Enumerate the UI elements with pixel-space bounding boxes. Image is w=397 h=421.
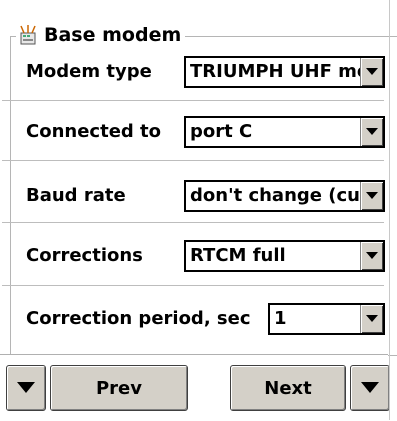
- modem-type-dropdown-button[interactable]: [360, 58, 383, 86]
- corrections-label: Corrections: [26, 244, 143, 266]
- modem-type-value: TRIUMPH UHF modem: [190, 61, 360, 82]
- corrections-row: Corrections: [26, 237, 143, 273]
- next-button[interactable]: Next: [230, 365, 346, 411]
- group-title-label: Base modem: [44, 24, 182, 46]
- base-modem-panel: Base modem Modem type TRIUMPH UHF modem …: [0, 0, 397, 421]
- correction-period-label: Correction period, sec: [26, 307, 251, 329]
- modem-type-select[interactable]: TRIUMPH UHF modem: [184, 56, 385, 88]
- right-menu-button[interactable]: [350, 365, 390, 411]
- triangle-down-icon: [366, 192, 378, 199]
- baud-rate-dropdown-button[interactable]: [360, 182, 383, 210]
- baud-rate-select[interactable]: don't change (current): [184, 180, 385, 212]
- connected-to-value: port C: [190, 121, 253, 142]
- corrections-value: RTCM full: [190, 245, 286, 266]
- corrections-select[interactable]: RTCM full: [184, 240, 385, 272]
- next-button-label: Next: [264, 377, 312, 399]
- connected-to-label: Connected to: [26, 120, 162, 142]
- navigation-bar: Prev Next: [0, 354, 390, 421]
- baud-rate-label: Baud rate: [26, 184, 126, 206]
- connected-to-row: Connected to: [26, 113, 161, 149]
- row-separator: [2, 160, 384, 161]
- baud-rate-value: don't change (current): [190, 185, 360, 206]
- baud-rate-row: Baud rate: [26, 177, 126, 213]
- group-title: Base modem: [16, 21, 186, 49]
- row-separator: [2, 285, 384, 286]
- triangle-down-icon: [361, 382, 379, 393]
- prev-button[interactable]: Prev: [50, 365, 188, 411]
- row-separator: [2, 100, 384, 101]
- triangle-down-icon: [366, 315, 378, 322]
- triangle-down-icon: [366, 128, 378, 135]
- modem-type-row: Modem type: [26, 53, 152, 89]
- correction-period-row: Correction period, sec: [26, 300, 251, 336]
- triangle-down-icon: [366, 68, 378, 75]
- connected-to-dropdown-button[interactable]: [360, 118, 383, 146]
- row-separator: [2, 222, 384, 223]
- window-edge-divider: [389, 0, 390, 420]
- triangle-down-icon: [366, 252, 378, 259]
- modem-icon: [18, 24, 38, 46]
- correction-period-value: 1: [274, 308, 287, 329]
- left-menu-button[interactable]: [6, 365, 46, 411]
- prev-button-label: Prev: [95, 377, 142, 399]
- correction-period-select[interactable]: 1: [268, 303, 385, 335]
- corrections-dropdown-button[interactable]: [360, 242, 383, 270]
- correction-period-dropdown-button[interactable]: [360, 305, 383, 333]
- connected-to-select[interactable]: port C: [184, 116, 385, 148]
- modem-type-label: Modem type: [26, 60, 152, 82]
- triangle-down-icon: [17, 382, 35, 393]
